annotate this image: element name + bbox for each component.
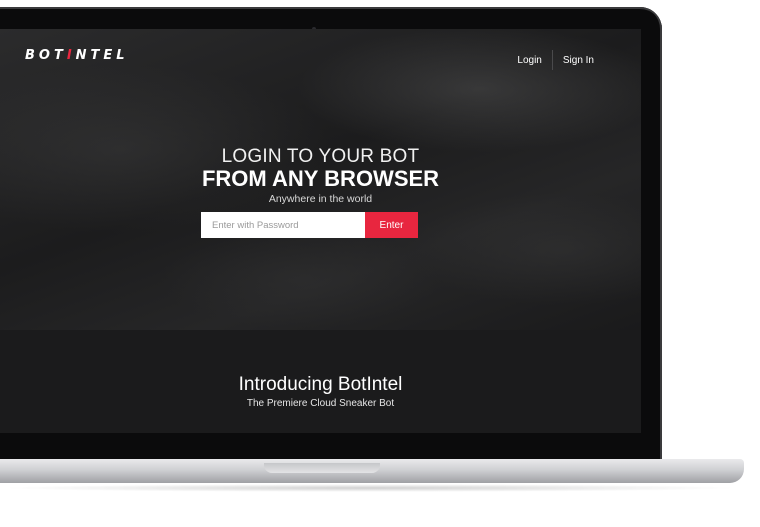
brand-suffix: NTEL <box>75 48 129 63</box>
intro-section: Introducing BotIntel The Premiere Cloud … <box>0 330 641 433</box>
intro-subtitle: The Premiere Cloud Sneaker Bot <box>246 398 395 409</box>
hero-tagline: Anywhere in the world <box>268 193 373 205</box>
top-nav: Login Sign In <box>517 50 594 70</box>
laptop-screen: BOTINTEL Login Sign In LOGIN TO YOUR BOT… <box>0 29 641 433</box>
password-input[interactable] <box>201 212 365 238</box>
nav-divider <box>551 50 553 70</box>
login-form: Enter <box>201 212 418 238</box>
nav-login-link[interactable]: Login <box>517 55 541 66</box>
hero-headline-line1: LOGIN TO YOUR BOT <box>221 146 420 167</box>
hero-section: BOTINTEL Login Sign In LOGIN TO YOUR BOT… <box>0 29 641 330</box>
laptop-notch <box>264 463 380 473</box>
laptop-shadow <box>0 484 740 492</box>
hero-headline-line2: FROM ANY BROWSER <box>201 166 440 191</box>
brand-logo[interactable]: BOTINTEL <box>25 48 129 63</box>
nav-signin-link[interactable]: Sign In <box>563 55 594 66</box>
enter-button[interactable]: Enter <box>365 212 418 238</box>
brand-accent-letter: I <box>66 48 76 63</box>
brand-prefix: BOT <box>25 48 67 63</box>
intro-title: Introducing BotIntel <box>238 374 403 395</box>
